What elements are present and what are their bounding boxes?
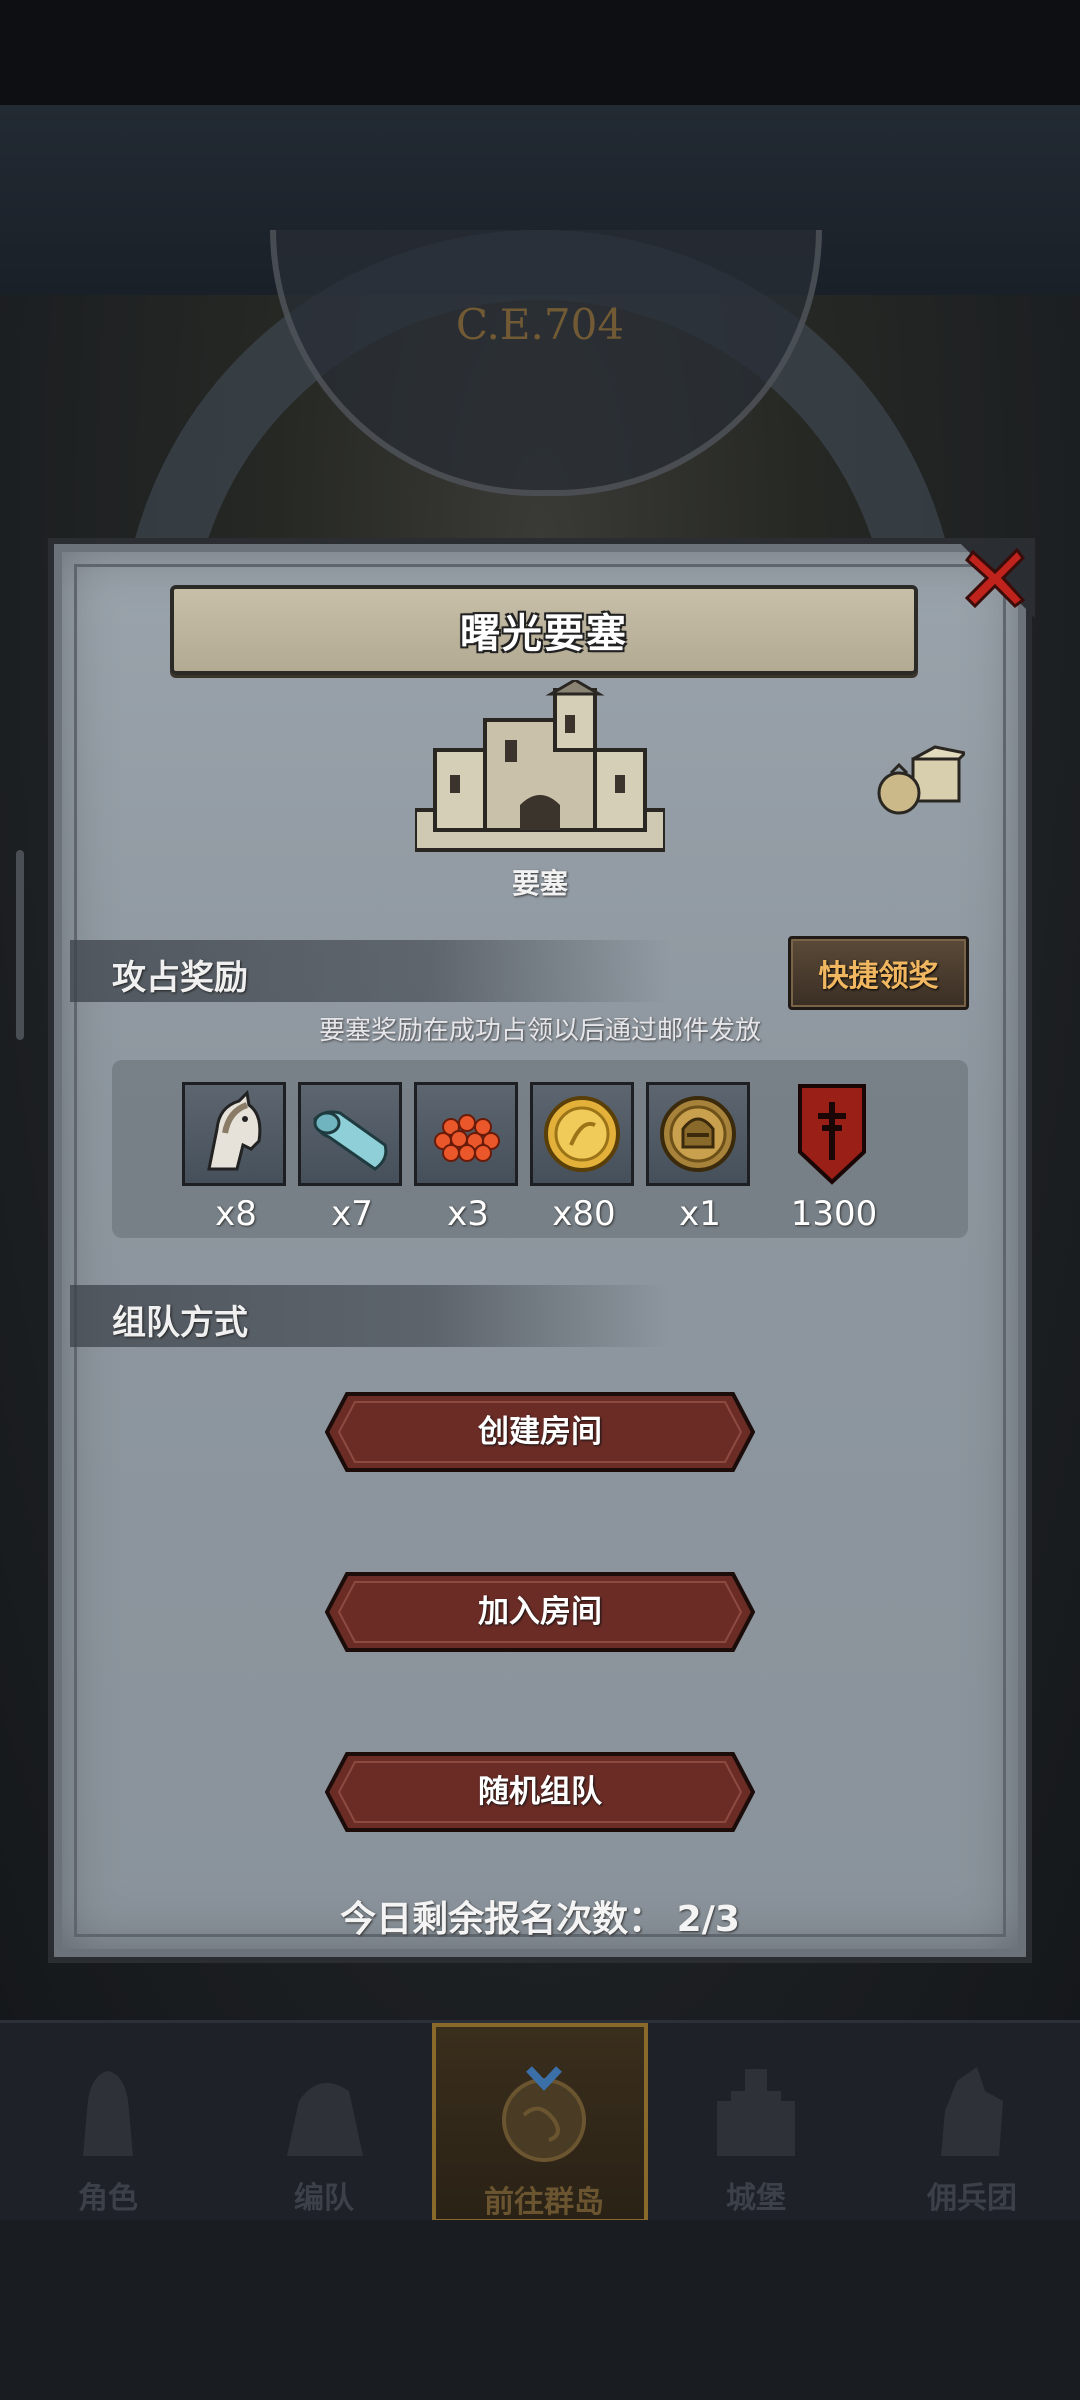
cloth-icon xyxy=(313,1110,388,1171)
reward-item-banner[interactable]: 1300 xyxy=(780,1082,888,1234)
reward-item-gems[interactable]: x3 xyxy=(414,1082,522,1234)
bottom-safe-area xyxy=(0,2220,1080,2400)
reward-count: x3 xyxy=(447,1194,489,1234)
random-team-button[interactable]: 随机组队 xyxy=(325,1752,755,1832)
reward-count: 1300 xyxy=(790,1194,878,1234)
join-room-label: 加入房间 xyxy=(478,1594,602,1630)
nav-item-character[interactable]: 角色 xyxy=(0,2023,216,2223)
formation-icon xyxy=(287,2083,363,2156)
mercenary-icon xyxy=(941,2067,1003,2156)
reward-item-horse[interactable]: x8 xyxy=(182,1082,290,1234)
helmet-coin-icon xyxy=(660,1096,736,1172)
close-icon xyxy=(955,538,1035,618)
status-bar xyxy=(0,0,1080,105)
rewards-section-title: 攻占奖励 xyxy=(112,958,248,998)
close-button[interactable] xyxy=(955,538,1035,618)
gems-icon xyxy=(434,1114,500,1162)
create-room-label: 创建房间 xyxy=(478,1414,602,1450)
remaining-value: 2/3 xyxy=(676,1899,740,1940)
nav-item-formation[interactable]: 编队 xyxy=(216,2023,432,2223)
reward-slot xyxy=(298,1082,402,1186)
reward-count: x7 xyxy=(331,1194,373,1234)
reward-item-gold-coin[interactable]: x80 xyxy=(530,1082,638,1234)
reward-slot xyxy=(182,1082,286,1186)
remaining-label: 今日剩余报名次数： xyxy=(340,1899,665,1940)
nav-label: 佣兵团 xyxy=(927,2181,1017,2216)
reward-slot xyxy=(646,1082,750,1186)
nav-label: 角色 xyxy=(78,2181,138,2216)
bottom-nav: 角色 编队 前往群岛 城堡 佣兵团 xyxy=(0,2020,1080,2223)
reward-note: 要塞奖励在成功占领以后通过邮件发放 xyxy=(318,1016,761,1046)
globe-icon xyxy=(502,2066,586,2162)
reward-count: x80 xyxy=(552,1194,616,1234)
quick-claim-button[interactable]: 快捷领奖 xyxy=(788,936,969,1010)
quick-claim-label: 快捷领奖 xyxy=(818,959,939,994)
random-team-label: 随机组队 xyxy=(478,1774,602,1810)
fortress-icon xyxy=(415,680,665,852)
create-room-button[interactable]: 创建房间 xyxy=(325,1392,755,1472)
era-label: C.E.704 xyxy=(455,300,625,349)
reward-item-helmet-coin[interactable]: x1 xyxy=(646,1082,754,1234)
reward-count: x8 xyxy=(215,1194,257,1234)
team-section-title: 组队方式 xyxy=(112,1303,248,1343)
nav-label: 城堡 xyxy=(726,2181,786,2216)
banner-icon xyxy=(798,1084,866,1185)
reward-slot xyxy=(414,1082,518,1186)
nav-item-castle[interactable]: 城堡 xyxy=(648,2023,864,2223)
loot-bag-icon[interactable] xyxy=(875,745,965,815)
rewards-section-header: 攻占奖励 xyxy=(70,940,670,1002)
reward-slot xyxy=(530,1082,634,1186)
castle-icon xyxy=(717,2069,795,2156)
reward-item-cloth[interactable]: x7 xyxy=(298,1082,406,1234)
horse-icon xyxy=(207,1089,262,1171)
building-label: 要塞 xyxy=(511,867,568,900)
join-room-button[interactable]: 加入房间 xyxy=(325,1572,755,1652)
nav-item-go-islands[interactable]: 前往群岛 xyxy=(432,2023,648,2223)
nav-label: 编队 xyxy=(294,2181,354,2216)
reward-slot xyxy=(780,1082,884,1186)
team-section-header: 组队方式 xyxy=(70,1285,670,1347)
side-handle xyxy=(16,850,24,1040)
remaining-signups: 今日剩余报名次数： 2/3 xyxy=(240,1890,840,1942)
title-banner: 曙光要塞 xyxy=(170,585,918,675)
nav-item-mercenary[interactable]: 佣兵团 xyxy=(864,2023,1080,2223)
gold-coin-icon xyxy=(544,1096,620,1172)
reward-count: x1 xyxy=(679,1194,721,1234)
nav-label: 前往群岛 xyxy=(484,2185,604,2220)
dialog-title: 曙光要塞 xyxy=(460,611,628,657)
knight-icon xyxy=(83,2071,133,2156)
